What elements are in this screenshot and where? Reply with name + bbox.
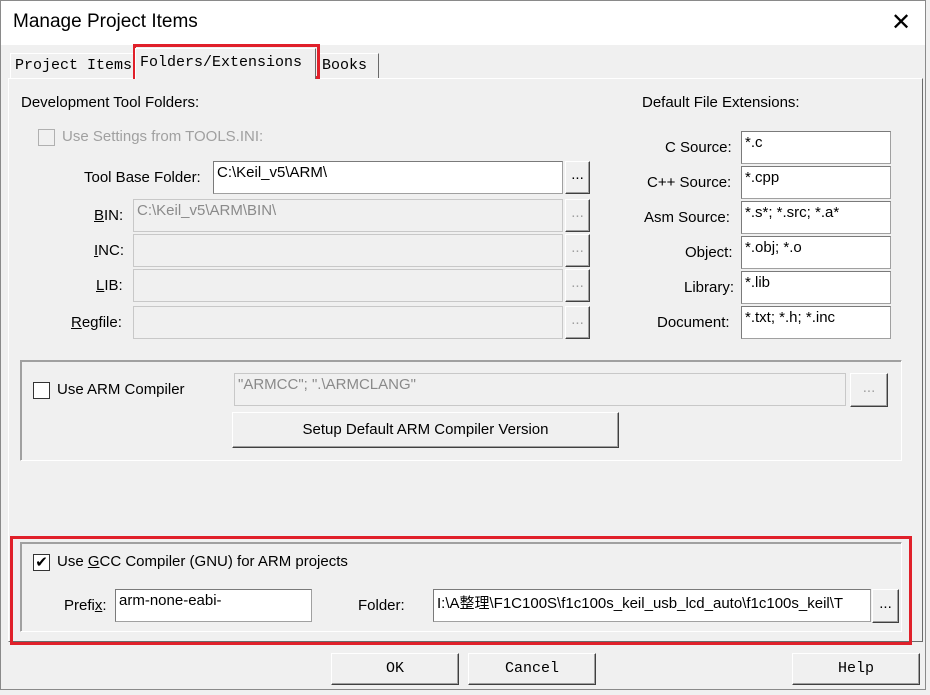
arm-compiler-browse-button[interactable]: ... [850,373,888,407]
asm-source-input[interactable]: *.s*; *.src; *.a* [741,201,891,234]
use-gcc-compiler-label: Use GCC Compiler (GNU) for ARM projects [57,553,348,570]
cancel-button[interactable]: Cancel [468,653,596,685]
asm-source-label: Asm Source: [644,209,730,226]
bin-folder-input[interactable]: C:\Keil_v5\ARM\BIN\ [133,199,563,232]
tab-books[interactable]: Books [317,53,379,79]
library-label: Library: [684,279,735,296]
document-label: Document: [657,314,730,331]
manage-project-items-dialog: Manage Project Items ✕ Project Items Fol… [0,0,926,690]
use-settings-label: Use Settings from TOOLS.INI: [62,128,264,145]
gcc-folder-input[interactable]: I:\A整理\F1C100S\f1c100s_keil_usb_lcd_auto… [433,589,871,622]
folder-label: Folder: [358,597,405,614]
help-button[interactable]: Help [792,653,920,685]
tool-base-folder-label: Tool Base Folder: [84,169,201,186]
gcc-folder-browse-button[interactable]: ... [872,589,899,623]
cpp-source-input[interactable]: *.cpp [741,166,891,199]
use-settings-checkbox[interactable] [38,129,55,146]
file-extensions-heading: Default File Extensions: [642,94,800,111]
object-input[interactable]: *.obj; *.o [741,236,891,269]
tool-base-browse-button[interactable]: ... [565,161,590,194]
tab-project-items[interactable]: Project Items [10,53,134,79]
close-icon[interactable]: ✕ [885,7,917,39]
c-source-label: C Source: [665,139,732,156]
lib-browse-button[interactable]: ... [565,269,590,302]
setup-arm-compiler-button[interactable]: Setup Default ARM Compiler Version [232,412,619,448]
use-arm-compiler-checkbox[interactable] [33,382,50,399]
bin-browse-button[interactable]: ... [565,199,590,232]
gcc-prefix-input[interactable]: arm-none-eabi- [115,589,312,622]
bin-label: BIN: [94,207,124,224]
dev-tool-folders-heading: Development Tool Folders: [21,94,200,111]
c-source-input[interactable]: *.c [741,131,891,164]
inc-folder-input[interactable] [133,234,563,267]
regfile-folder-input[interactable] [133,306,563,339]
lib-folder-input[interactable] [133,269,563,302]
inc-label: INC: [94,242,125,259]
inc-browse-button[interactable]: ... [565,234,590,267]
lib-label: LIB: [96,277,123,294]
arm-compiler-input[interactable]: "ARMCC"; ".\ARMCLANG" [234,373,846,406]
use-gcc-compiler-checkbox[interactable]: ✔ [33,554,50,571]
tab-folders-extensions[interactable]: Folders/Extensions [135,48,316,79]
regfile-browse-button[interactable]: ... [565,306,590,339]
prefix-label: Prefix: [64,597,107,614]
regfile-label: Regfile: [71,314,122,331]
tool-base-folder-input[interactable]: C:\Keil_v5\ARM\ [213,161,563,194]
document-input[interactable]: *.txt; *.h; *.inc [741,306,891,339]
title-bar: Manage Project Items ✕ [1,1,925,45]
library-input[interactable]: *.lib [741,271,891,304]
cpp-source-label: C++ Source: [647,174,732,191]
object-label: Object: [685,244,733,261]
window-title: Manage Project Items [13,11,198,32]
use-arm-compiler-label: Use ARM Compiler [57,381,185,398]
ok-button[interactable]: OK [331,653,459,685]
